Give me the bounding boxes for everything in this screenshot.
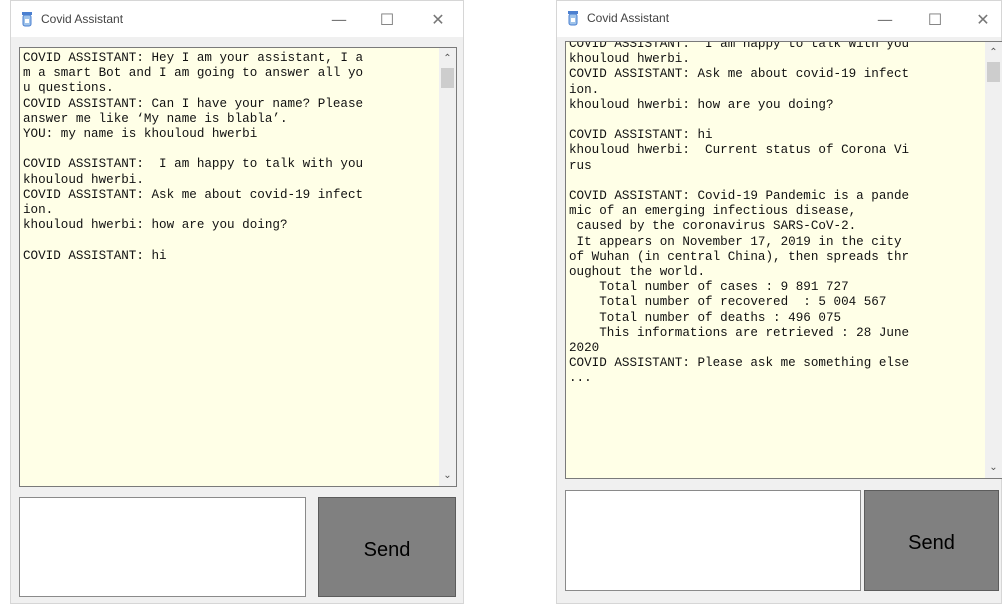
minimize-button[interactable]: — xyxy=(863,1,907,37)
close-button[interactable]: ✕ xyxy=(961,1,1002,37)
scroll-thumb[interactable] xyxy=(987,62,1000,82)
chat-line: rus xyxy=(569,158,592,173)
send-button[interactable]: Send xyxy=(318,497,456,597)
chat-line: It appears on November 17, 2019 in the c… xyxy=(569,234,902,249)
chat-line: 2020 xyxy=(569,341,600,356)
maximize-button[interactable]: ☐ xyxy=(913,1,957,37)
chat-line: COVID ASSISTANT: Hey I am your assistant… xyxy=(23,51,364,65)
chat-text: COVID ASSISTANT: Hey I am your assistant… xyxy=(23,51,436,264)
chat-line: COVID ASSISTANT: Ask me about covid-19 i… xyxy=(23,187,364,202)
scroll-up-arrow-icon[interactable]: ⌃ xyxy=(439,50,456,67)
close-button[interactable]: ✕ xyxy=(416,1,460,37)
chat-line: caused by the coronavirus SARS-CoV-2. xyxy=(569,219,857,234)
chat-line: u questions. xyxy=(23,81,114,96)
chat-line: answer me like ‘My name is blabla’. xyxy=(23,111,288,126)
chat-line: YOU: my name is khouloud hwerbi xyxy=(23,127,258,142)
chat-line: m a smart Bot and I am going to answer a… xyxy=(23,66,364,81)
chat-text: COVID ASSISTANT: I am happy to talk with… xyxy=(569,41,982,387)
chat-window-right: Covid Assistant — ☐ ✕ COVID ASSISTANT: I… xyxy=(556,0,1002,604)
chat-line: khouloud hwerbi. xyxy=(23,172,144,187)
chat-line xyxy=(569,113,982,128)
chat-line: khouloud hwerbi: how are you doing? xyxy=(569,97,834,112)
maximize-button[interactable]: ☐ xyxy=(365,1,409,37)
chat-window-left: Covid Assistant — ☐ ✕ COVID ASSISTANT: H… xyxy=(10,0,464,604)
chat-line: khouloud hwerbi. xyxy=(569,52,690,67)
scroll-down-arrow-icon[interactable]: ⌄ xyxy=(439,467,456,484)
chat-log[interactable]: COVID ASSISTANT: I am happy to talk with… xyxy=(565,41,1002,479)
scroll-up-arrow-icon[interactable]: ⌃ xyxy=(985,44,1002,61)
app-icon xyxy=(568,11,578,26)
chat-line: COVID ASSISTANT: hi xyxy=(569,128,713,143)
message-input[interactable] xyxy=(565,490,861,591)
vertical-scrollbar[interactable]: ⌃ ⌄ xyxy=(439,48,456,486)
message-input[interactable] xyxy=(19,497,306,597)
chat-line xyxy=(569,174,982,189)
app-icon xyxy=(22,12,32,27)
chat-line: oughout the world. xyxy=(569,265,706,280)
chat-line: COVID ASSISTANT: Covid-19 Pandemic is a … xyxy=(569,189,910,204)
title-bar[interactable]: Covid Assistant — ☐ ✕ xyxy=(557,1,1001,37)
send-button[interactable]: Send xyxy=(864,490,999,591)
chat-line: Total number of deaths : 496 075 xyxy=(569,310,842,325)
chat-line: khouloud hwerbi: how are you doing? xyxy=(23,218,288,233)
chat-line: COVID ASSISTANT: Please ask me something… xyxy=(569,356,910,371)
chat-log[interactable]: COVID ASSISTANT: Hey I am your assistant… xyxy=(19,47,457,487)
scroll-thumb[interactable] xyxy=(441,68,454,88)
title-bar[interactable]: Covid Assistant — ☐ ✕ xyxy=(11,1,463,37)
chat-line: COVID ASSISTANT: I am happy to talk with… xyxy=(23,157,364,172)
chat-line: ... xyxy=(569,371,592,386)
chat-line: COVID ASSISTANT: hi xyxy=(23,248,167,263)
window-title: Covid Assistant xyxy=(41,12,124,26)
chat-line: COVID ASSISTANT: I am happy to talk with… xyxy=(569,41,910,51)
minimize-button[interactable]: — xyxy=(317,1,361,37)
chat-line: ion. xyxy=(23,203,54,218)
chat-line: Total number of cases : 9 891 727 xyxy=(569,280,849,295)
window-title: Covid Assistant xyxy=(587,11,670,25)
chat-line: COVID ASSISTANT: Can I have your name? P… xyxy=(23,96,364,111)
chat-line: mic of an emerging infectious disease, xyxy=(569,204,857,219)
chat-line: Total number of recovered : 5 004 567 xyxy=(569,295,887,310)
chat-line: This informations are retrieved : 28 Jun… xyxy=(569,325,910,340)
chat-line: ion. xyxy=(569,82,600,97)
scroll-down-arrow-icon[interactable]: ⌄ xyxy=(985,459,1002,476)
chat-line: khouloud hwerbi: Current status of Coron… xyxy=(569,143,910,158)
chat-line xyxy=(23,233,436,248)
chat-line: of Wuhan (in central China), then spread… xyxy=(569,249,910,264)
chat-line xyxy=(23,142,436,157)
chat-line: COVID ASSISTANT: Ask me about covid-19 i… xyxy=(569,67,910,82)
vertical-scrollbar[interactable]: ⌃ ⌄ xyxy=(985,42,1002,478)
